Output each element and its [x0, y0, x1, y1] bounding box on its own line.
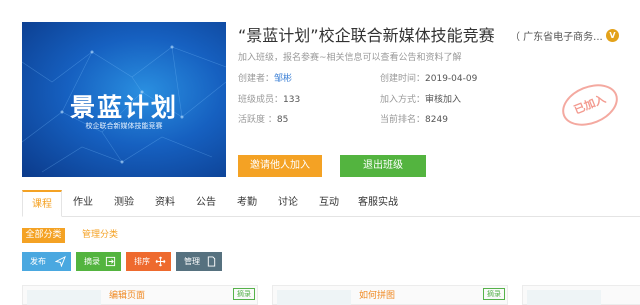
- category-manage[interactable]: 管理分类: [82, 228, 118, 243]
- class-description: 加入班级，报名参赛~相关信息可以查看公告和资料了解: [238, 53, 462, 63]
- sort-label: 排序: [134, 257, 150, 266]
- excerpt-tag: 摘录: [483, 288, 505, 300]
- join-label: 加入方式：: [380, 95, 426, 105]
- manage-button[interactable]: 管理: [176, 252, 222, 271]
- tab-discussion[interactable]: 讨论: [270, 190, 306, 217]
- course-thumbnail: [27, 290, 101, 305]
- manage-label: 管理: [184, 257, 200, 266]
- excerpt-label: 摘录: [84, 257, 100, 266]
- created-date: 2019-04-09: [425, 74, 478, 84]
- tab-attendance[interactable]: 考勤: [229, 190, 265, 217]
- course-thumbnail: [277, 290, 351, 305]
- rank-label: 当前排名：: [380, 115, 426, 125]
- tab-customer-service[interactable]: 客服实战: [352, 190, 404, 217]
- join-method: 审核加入: [425, 95, 462, 105]
- tab-materials[interactable]: 资料: [147, 190, 183, 217]
- course-card[interactable]: 编辑页面 摘录: [22, 285, 258, 305]
- course-name: 编辑页面: [109, 291, 146, 301]
- category-all[interactable]: 全部分类: [22, 228, 65, 243]
- created-info: 创建时间：2019-04-09: [380, 71, 477, 84]
- post-button[interactable]: 发布: [22, 252, 71, 271]
- quit-class-button[interactable]: 退出班级: [340, 155, 426, 177]
- creator-label: 创建者：: [238, 74, 275, 84]
- course-card[interactable]: [522, 285, 640, 305]
- join-info: 加入方式：审核加入: [380, 92, 461, 105]
- course-card[interactable]: 如何拼图 摘录: [272, 285, 508, 305]
- excerpt-icon: [105, 256, 116, 267]
- tab-announcements[interactable]: 公告: [188, 190, 224, 217]
- invite-button[interactable]: 邀请他人加入: [238, 155, 322, 177]
- members-count: 133: [283, 95, 301, 105]
- move-icon: [155, 256, 166, 267]
- course-thumbnail: [527, 290, 601, 305]
- sort-button[interactable]: 排序: [126, 252, 171, 271]
- tab-interaction[interactable]: 互动: [311, 190, 347, 217]
- excerpt-button[interactable]: 摘录: [76, 252, 121, 271]
- document-icon: [207, 256, 216, 267]
- members-info: 班级成员：133: [238, 92, 300, 105]
- activity-value: 85: [276, 115, 289, 125]
- tab-quiz[interactable]: 测验: [106, 190, 142, 217]
- tab-homework[interactable]: 作业: [65, 190, 101, 217]
- class-organization: （ 广东省电子商务...: [510, 32, 603, 43]
- members-label: 班级成员：: [238, 95, 284, 105]
- class-cover-image: 景蓝计划 校企联合新媒体技能竞赛: [22, 22, 226, 177]
- post-label: 发布: [30, 257, 46, 266]
- created-label: 创建时间：: [380, 74, 426, 84]
- rank-value: 8249: [425, 115, 448, 125]
- send-icon: [55, 256, 66, 267]
- course-name: 如何拼图: [359, 291, 396, 301]
- excerpt-tag: 摘录: [233, 288, 255, 300]
- class-tabs: 课程 作业 测验 资料 公告 考勤 讨论 互动 客服实战: [22, 190, 640, 217]
- activity-label: 活跃度 ：: [238, 115, 277, 125]
- activity-info: 活跃度 ：85: [238, 112, 288, 125]
- cover-title: 景蓝计划: [69, 93, 178, 122]
- rank-info: 当前排名：8249: [380, 112, 448, 125]
- creator-link[interactable]: 邹彬: [274, 74, 292, 84]
- class-title: “景蓝计划”校企联合新媒体技能竞赛: [238, 26, 495, 45]
- verified-icon: V: [606, 29, 619, 42]
- tab-course[interactable]: 课程: [22, 190, 62, 217]
- joined-stamp: 已加入: [555, 76, 625, 134]
- cover-subtitle: 校企联合新媒体技能竞赛: [85, 122, 163, 130]
- creator-info: 创建者：邹彬: [238, 71, 292, 84]
